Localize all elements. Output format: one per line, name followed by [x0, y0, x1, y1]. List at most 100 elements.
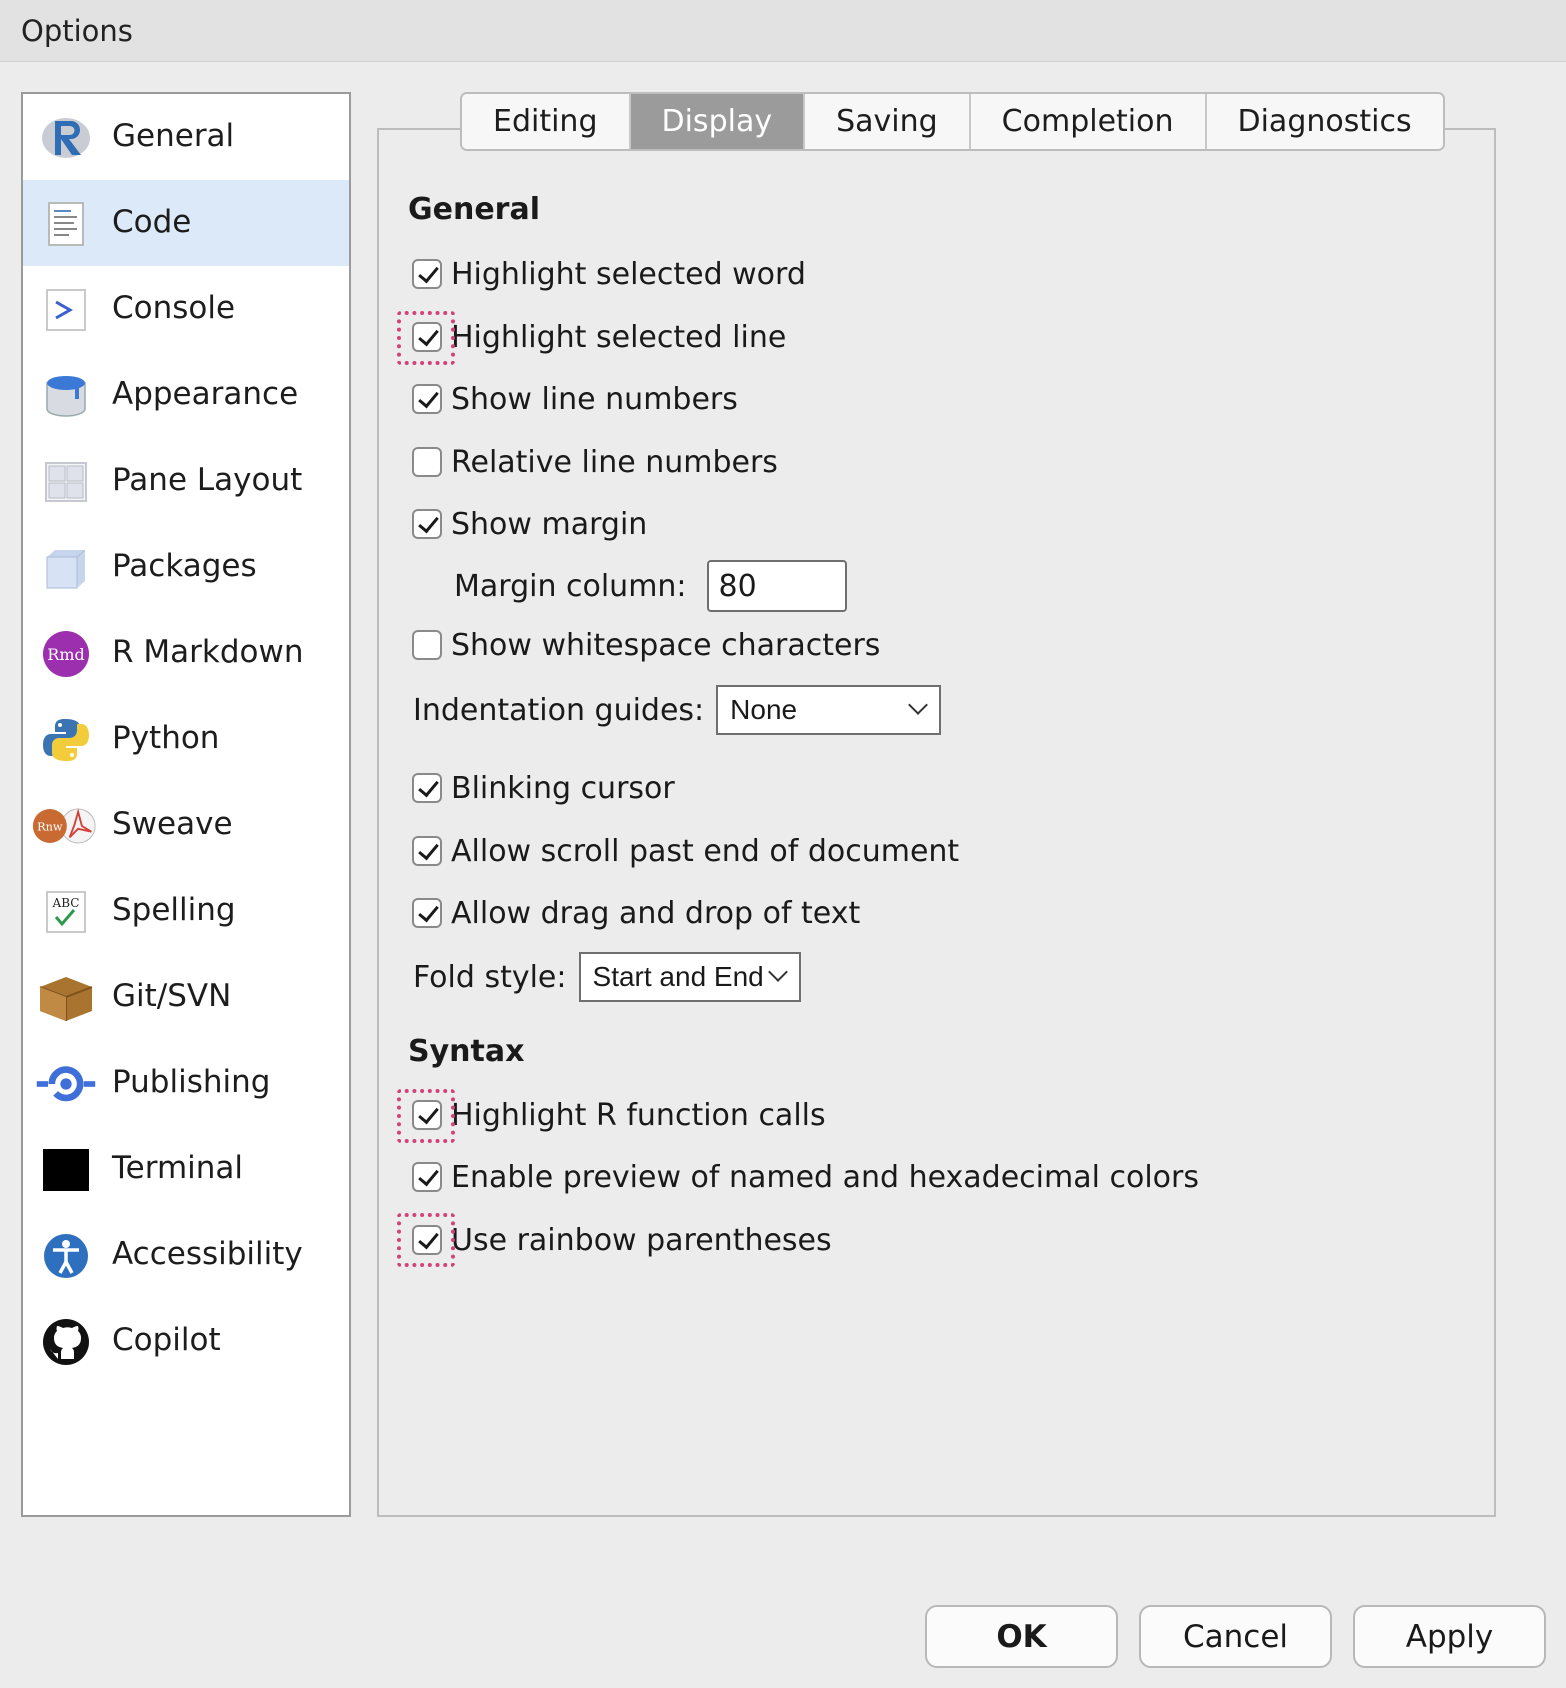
highlight-line-checkbox[interactable]	[412, 322, 442, 352]
fold-style-row: Fold style: Start and End	[413, 952, 801, 1002]
sidebar-item-pane-layout[interactable]: Pane Layout	[23, 438, 349, 524]
indentation-guides-select[interactable]: None	[716, 685, 942, 735]
sidebar-item-publishing[interactable]: Publishing	[23, 1040, 349, 1126]
sidebar-item-r-markdown[interactable]: Rmd R Markdown	[23, 610, 349, 696]
option-line-numbers[interactable]: Show line numbers	[412, 381, 738, 417]
option-color-preview[interactable]: Enable preview of named and hexadecimal …	[412, 1159, 1199, 1195]
ok-button[interactable]: OK	[925, 1605, 1118, 1668]
rainbow-parentheses-checkbox[interactable]	[412, 1225, 442, 1255]
option-scroll-past-end[interactable]: Allow scroll past end of document	[412, 833, 959, 869]
sidebar-item-label: Packages	[112, 548, 257, 584]
cancel-button[interactable]: Cancel	[1139, 1605, 1332, 1668]
rmd-icon: Rmd	[43, 631, 89, 677]
option-highlight-line[interactable]: Highlight selected line	[412, 319, 786, 355]
title-bar: Options	[0, 0, 1566, 62]
relative-line-numbers-checkbox[interactable]	[412, 447, 442, 477]
margin-column-row: Margin column: 80	[454, 560, 847, 612]
option-label: Blinking cursor	[451, 770, 675, 806]
sidebar-item-python[interactable]: Python	[23, 696, 349, 782]
window-title: Options	[21, 14, 133, 48]
sidebar-item-label: Terminal	[112, 1150, 244, 1186]
general-heading: General	[408, 192, 540, 227]
accessibility-icon	[44, 1234, 88, 1278]
sidebar-item-sweave[interactable]: Rnw Sweave	[23, 782, 349, 868]
tab-saving[interactable]: Saving	[805, 94, 971, 149]
sidebar-item-label: Copilot	[112, 1322, 221, 1358]
option-show-margin[interactable]: Show margin	[412, 506, 647, 542]
highlight-word-checkbox[interactable]	[412, 259, 442, 289]
indentation-guides-value: None	[730, 694, 798, 725]
sidebar-item-packages[interactable]: Packages	[23, 524, 349, 610]
fold-style-value: Start and End	[592, 961, 764, 992]
sidebar-item-label: Python	[112, 720, 220, 756]
color-preview-checkbox[interactable]	[412, 1162, 442, 1192]
option-highlight-word[interactable]: Highlight selected word	[412, 256, 806, 292]
console-prompt-icon	[46, 289, 86, 331]
tab-diagnostics[interactable]: Diagnostics	[1206, 94, 1443, 149]
sidebar-item-git-svn[interactable]: Git/SVN	[23, 954, 349, 1040]
sidebar-item-appearance[interactable]: Appearance	[23, 352, 349, 438]
sidebar-item-label: Publishing	[112, 1064, 271, 1100]
option-label: Show whitespace characters	[451, 627, 881, 663]
margin-column-label: Margin column:	[454, 568, 687, 604]
option-label: Highlight selected word	[451, 256, 806, 292]
r-logo-icon	[42, 118, 90, 158]
apply-button[interactable]: Apply	[1353, 1605, 1546, 1668]
option-label: Show line numbers	[451, 381, 738, 417]
option-label: Use rainbow parentheses	[451, 1222, 832, 1258]
options-sidebar: General Code Console Appearance Pane Lay…	[21, 92, 351, 1517]
option-label: Highlight R function calls	[451, 1097, 826, 1133]
tab-display[interactable]: Display	[630, 94, 806, 149]
option-label: Allow drag and drop of text	[451, 895, 861, 931]
chevron-down-icon	[908, 695, 929, 715]
option-label: Highlight selected line	[451, 319, 787, 355]
pane-grid-icon	[45, 462, 87, 502]
tab-bar: Editing Display Saving Completion Diagno…	[460, 92, 1445, 151]
show-margin-checkbox[interactable]	[412, 509, 442, 539]
tab-editing[interactable]: Editing	[462, 94, 631, 149]
scroll-past-end-checkbox[interactable]	[412, 836, 442, 866]
sweave-icon: Rnw	[32, 808, 96, 844]
github-icon	[43, 1319, 89, 1365]
drag-drop-checkbox[interactable]	[412, 898, 442, 928]
sidebar-item-label: Pane Layout	[112, 462, 303, 498]
sidebar-item-accessibility[interactable]: Accessibility	[23, 1212, 349, 1298]
svg-text:ABC: ABC	[52, 896, 80, 910]
option-drag-drop[interactable]: Allow drag and drop of text	[412, 895, 860, 931]
sidebar-item-code[interactable]: Code	[23, 180, 349, 266]
option-label: Enable preview of named and hexadecimal …	[451, 1159, 1199, 1195]
sidebar-item-label: Console	[112, 290, 236, 326]
option-show-whitespace[interactable]: Show whitespace characters	[412, 627, 880, 663]
sidebar-item-spelling[interactable]: ABC Spelling	[23, 868, 349, 954]
option-r-function-calls[interactable]: Highlight R function calls	[412, 1097, 826, 1133]
option-label: Relative line numbers	[451, 444, 778, 480]
sidebar-item-terminal[interactable]: Terminal	[23, 1126, 349, 1212]
sidebar-item-label: Accessibility	[112, 1236, 303, 1272]
paint-bucket-icon	[46, 376, 86, 417]
fold-style-select[interactable]: Start and End	[578, 952, 801, 1002]
sidebar-item-copilot[interactable]: Copilot	[23, 1298, 349, 1384]
blinking-cursor-checkbox[interactable]	[412, 773, 442, 803]
option-rainbow-parentheses[interactable]: Use rainbow parentheses	[412, 1222, 832, 1258]
line-numbers-checkbox[interactable]	[412, 384, 442, 414]
svg-text:Rnw: Rnw	[37, 821, 63, 834]
sidebar-item-console[interactable]: Console	[23, 266, 349, 352]
spelling-abc-icon: ABC	[46, 891, 86, 933]
sidebar-item-label: General	[112, 118, 235, 154]
fold-style-label: Fold style:	[413, 959, 567, 995]
show-whitespace-checkbox[interactable]	[412, 630, 442, 660]
indentation-guides-label: Indentation guides:	[413, 692, 705, 728]
syntax-heading: Syntax	[408, 1034, 525, 1069]
svg-text:Rmd: Rmd	[47, 645, 84, 664]
tab-completion[interactable]: Completion	[970, 94, 1207, 149]
r-function-calls-checkbox[interactable]	[412, 1100, 442, 1130]
option-relative-line-numbers[interactable]: Relative line numbers	[412, 444, 778, 480]
margin-column-input[interactable]: 80	[706, 560, 847, 612]
indentation-guides-row: Indentation guides: None	[413, 685, 942, 735]
sidebar-item-label: Spelling	[112, 892, 236, 928]
sidebar-item-label: Appearance	[112, 376, 299, 412]
sidebar-item-general[interactable]: General	[23, 94, 349, 180]
option-blinking-cursor[interactable]: Blinking cursor	[412, 770, 675, 806]
sidebar-item-label: Code	[112, 204, 192, 240]
option-label: Allow scroll past end of document	[451, 833, 960, 869]
